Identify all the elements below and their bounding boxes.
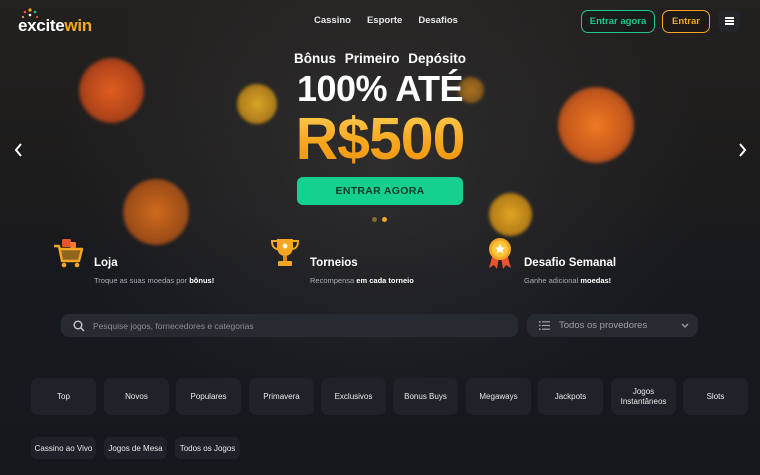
category-slots[interactable]: Slots [683,378,748,415]
category-cassino-ao-vivo[interactable]: Cassino ao Vivo [31,437,96,459]
main-nav: Cassino Esporte Desafios [314,15,458,26]
feature-shop[interactable]: Loja Troque as suas moedas por bônus! [52,236,232,286]
feature-tournaments[interactable]: Torneios Recompensa em cada torneio [268,236,448,286]
category-bonus-buys[interactable]: Bonus Buys [393,378,458,415]
category-novos[interactable]: Novos [104,378,169,415]
feature-description: Ganhe adicional moedas! [524,276,612,285]
category-populares[interactable]: Populares [176,378,241,415]
category-exclusivos[interactable]: Exclusivos [321,378,386,415]
chevron-down-icon [681,323,689,328]
nav-item-esporte[interactable]: Esporte [367,15,402,26]
provider-select[interactable]: Todos os provedores [527,314,698,337]
search-bar[interactable] [61,314,518,337]
promo-subtitle: Bônus Primeiro Depósito [293,51,467,66]
category-primavera[interactable]: Primavera [249,378,314,415]
trophy-icon [270,239,300,266]
list-icon [539,321,550,330]
brand-logo[interactable]: e xcite win [18,8,92,36]
feature-title: Desafio Semanal [524,257,617,269]
promo-headline: 100% ATÉ [296,68,464,109]
category-megaways[interactable]: Megaways [466,378,531,415]
nav-item-cassino[interactable]: Cassino [314,15,351,26]
feature-title: Torneios [310,257,358,269]
logo-burst-icon [21,8,39,19]
feature-description: Troque as suas moedas por bônus! [94,276,215,285]
search-icon [73,320,85,331]
hamburger-icon [724,20,734,22]
nav-item-desafios[interactable]: Desafios [418,15,458,26]
shopping-cart-icon [54,239,84,268]
bokeh-light [489,193,532,236]
search-input[interactable] [93,320,493,331]
register-button[interactable]: Entrar agora [581,10,655,33]
carousel-dot-active[interactable] [382,217,387,222]
promo-amount: R$500 [0,105,760,173]
category-todos-os-jogos[interactable]: Todos os Jogos [175,437,240,459]
medal-icon [489,238,511,269]
category-jackpots[interactable]: Jackpots [538,378,603,415]
feature-description: Recompensa em cada torneio [310,276,414,285]
top-header: e xcite win Cassino Esporte Desafios Entra… [0,0,760,42]
menu-button[interactable] [718,10,740,32]
hero-cta-button[interactable]: ENTRAR AGORA [297,177,463,205]
logo-text-win: win [64,16,92,35]
feature-title: Loja [94,257,118,269]
provider-select-value: Todos os provedores [559,320,648,331]
category-jogos-instantaneos[interactable]: Jogos Instantâneos [611,378,676,415]
login-button[interactable]: Entrar [662,10,710,33]
carousel-dot[interactable] [372,217,377,222]
category-jogos-de-mesa[interactable]: Jogos de Mesa [104,437,167,459]
category-top[interactable]: Top [31,378,96,415]
feature-weekly-challenge[interactable]: Desafio Semanal Ganhe adicional moedas! [483,236,663,286]
